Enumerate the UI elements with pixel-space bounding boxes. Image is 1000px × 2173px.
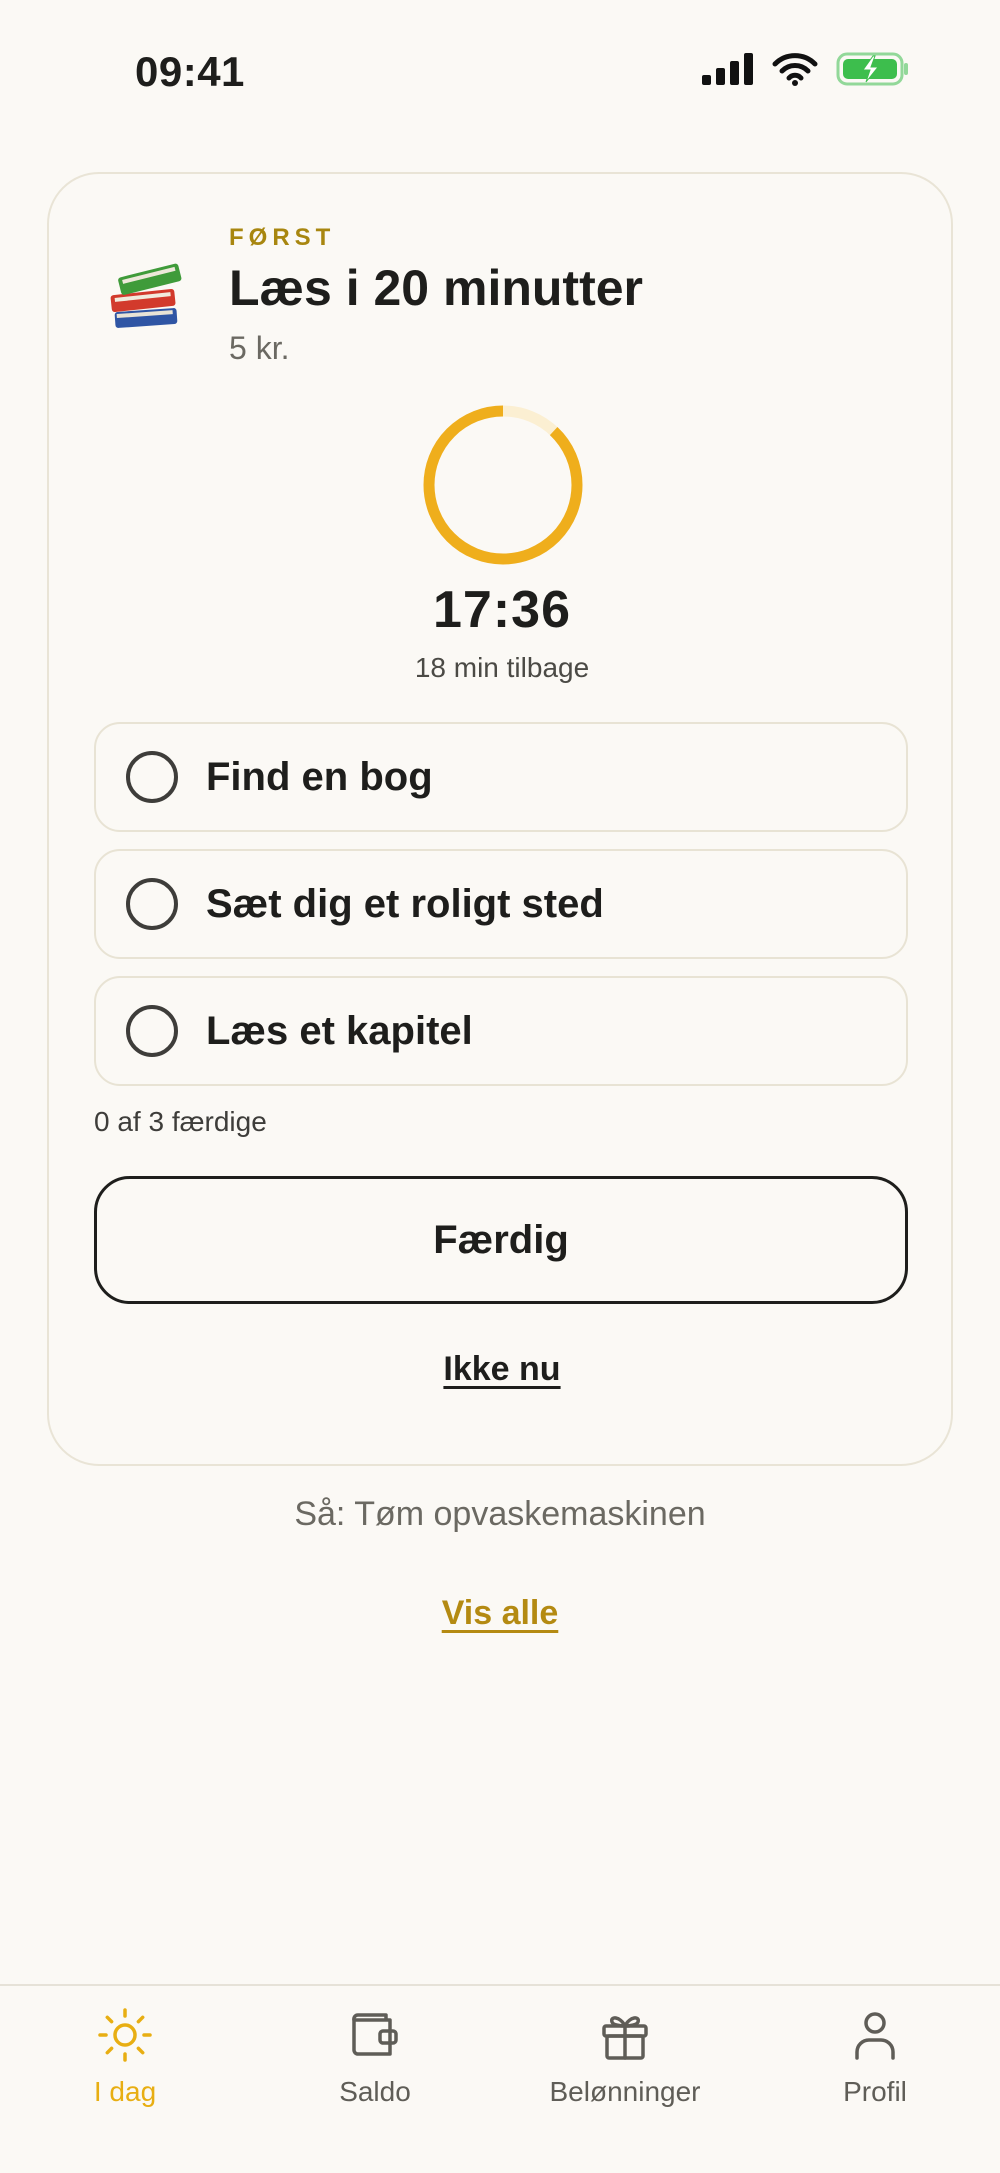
tab-label: Belønninger [549,2076,701,2107]
timer-progress-ring [423,405,583,565]
task-reward: 5 kr. [229,330,290,366]
task-title: Læs i 20 minutter [229,260,643,316]
step-item[interactable]: Læs et kapitel [94,976,908,1086]
step-item[interactable]: Sæt dig et roligt sted [94,849,908,959]
step-checkbox[interactable] [126,878,178,930]
step-checkbox[interactable] [126,751,178,803]
step-label: Sæt dig et roligt sted [206,881,604,926]
today-screen: 09:41 FØRST Læs i 20 minutter 5 kr. 17:3… [0,0,1000,2173]
tab-today[interactable]: I dag [0,2006,250,2136]
step-checkbox[interactable] [126,1005,178,1057]
sun-icon [98,2008,152,2062]
status-time: 09:41 [135,48,245,95]
tab-bar: I dag Saldo Belønninger Profil [0,1984,1000,2173]
next-task-text: Så: Tøm opvaskemaskinen [294,1495,706,1533]
timer-progress-arc [423,405,583,565]
person-icon [855,2012,895,2060]
tab-rewards[interactable]: Belønninger [500,2006,750,2136]
battery-charging-icon [836,52,908,86]
wifi-icon [772,53,818,86]
step-list: Find en bog Sæt dig et roligt sted Læs e… [94,722,908,1103]
steps-progress-text: 0 af 3 færdige [94,1106,267,1137]
tab-label: Saldo [339,2076,411,2107]
not-now-link[interactable]: Ikke nu [49,1350,955,1389]
tab-balance[interactable]: Saldo [250,2006,500,2136]
gift-icon [602,2016,648,2060]
timer-remaining: 18 min tilbage [414,652,590,683]
task-order-label: FØRST [229,224,336,251]
wallet-icon [352,2013,398,2056]
done-button[interactable]: Færdig [94,1176,908,1304]
step-label: Find en bog [206,754,433,799]
timer-value: 17:36 [433,581,571,639]
cellular-signal-icon [702,53,753,85]
show-all-link[interactable]: Vis alle [0,1594,1000,1633]
step-item[interactable]: Find en bog [94,722,908,832]
status-bar: 09:41 [0,0,1000,140]
current-task-card: FØRST Læs i 20 minutter 5 kr. 17:36 18 m… [47,172,953,1466]
step-label: Læs et kapitel [206,1008,473,1053]
books-icon [110,263,182,328]
tab-label: I dag [93,2076,157,2107]
status-icons [702,52,910,86]
tab-label: Profil [843,2076,907,2107]
tab-profile[interactable]: Profil [750,2006,1000,2136]
